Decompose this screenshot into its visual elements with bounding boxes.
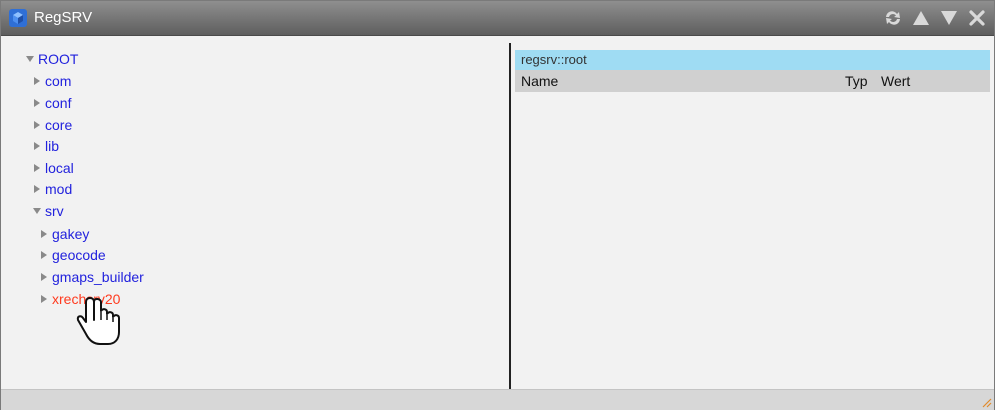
tree-item-geocode[interactable]: geocode <box>39 245 106 265</box>
collapsed-triangle-icon <box>41 295 47 303</box>
tree-item-gmaps-builder[interactable]: gmaps_builder <box>39 267 144 287</box>
tree-item-mod[interactable]: mod <box>32 179 72 199</box>
tree-root[interactable]: ROOT <box>25 49 78 69</box>
tree-item-local[interactable]: local <box>32 158 74 178</box>
registry-tree: ROOT com conf core lib local mod srv gak… <box>7 43 509 387</box>
tree-item-label: lib <box>45 138 60 154</box>
column-name[interactable]: Name <box>521 70 558 92</box>
tree-item-gakey[interactable]: gakey <box>39 224 89 244</box>
column-wert[interactable]: Wert <box>881 70 910 92</box>
collapsed-triangle-icon <box>34 99 40 107</box>
collapsed-triangle-icon <box>34 142 40 150</box>
pane-splitter[interactable] <box>509 43 511 389</box>
title-bar[interactable]: RegSRV <box>1 1 994 36</box>
tree-item-xrechsrv20[interactable]: xrechsrv20 <box>39 289 120 309</box>
tree-item-label: xrechsrv20 <box>52 291 121 307</box>
collapsed-triangle-icon <box>34 185 40 193</box>
arrow-down-icon[interactable] <box>938 7 960 29</box>
main-area: ROOT com conf core lib local mod srv gak… <box>7 43 990 389</box>
current-path: regsrv::root <box>515 50 990 70</box>
tree-item-label: gmaps_builder <box>52 269 144 285</box>
tree-item-label: com <box>45 73 72 89</box>
collapsed-triangle-icon <box>41 230 47 238</box>
tree-item-label: local <box>45 160 74 176</box>
tree-item-com[interactable]: com <box>32 71 71 91</box>
resize-grip-icon[interactable] <box>980 396 992 408</box>
detail-pane: regsrv::root Name Typ Wert <box>515 43 990 387</box>
tree-item-lib[interactable]: lib <box>32 136 59 156</box>
tree-item-label: core <box>45 117 73 133</box>
collapsed-triangle-icon <box>34 121 40 129</box>
tree-item-label: gakey <box>52 226 90 242</box>
window-title: RegSRV <box>34 9 93 26</box>
tree-root-label: ROOT <box>38 51 79 67</box>
close-icon[interactable] <box>966 7 988 29</box>
collapsed-triangle-icon <box>41 251 47 259</box>
collapsed-triangle-icon <box>41 273 47 281</box>
expanded-triangle-icon <box>33 208 41 214</box>
arrow-up-icon[interactable] <box>910 7 932 29</box>
expanded-triangle-icon <box>26 56 34 62</box>
tree-item-conf[interactable]: conf <box>32 93 71 113</box>
collapsed-triangle-icon <box>34 164 40 172</box>
tree-item-label: mod <box>45 181 73 197</box>
tree-item-core[interactable]: core <box>32 115 72 135</box>
app-cube-icon <box>9 9 27 27</box>
regsrv-window: RegSRV ROOT com conf core lib local mod … <box>0 0 995 410</box>
column-typ[interactable]: Typ <box>845 70 868 92</box>
tree-item-srv[interactable]: srv <box>32 201 64 221</box>
status-bar <box>1 389 994 410</box>
column-header: Name Typ Wert <box>515 70 990 92</box>
collapsed-triangle-icon <box>34 77 40 85</box>
tree-item-label: srv <box>45 203 64 219</box>
tree-item-label: conf <box>45 95 72 111</box>
tree-item-label: geocode <box>52 247 106 263</box>
refresh-icon[interactable] <box>882 7 904 29</box>
window-controls <box>882 7 988 29</box>
